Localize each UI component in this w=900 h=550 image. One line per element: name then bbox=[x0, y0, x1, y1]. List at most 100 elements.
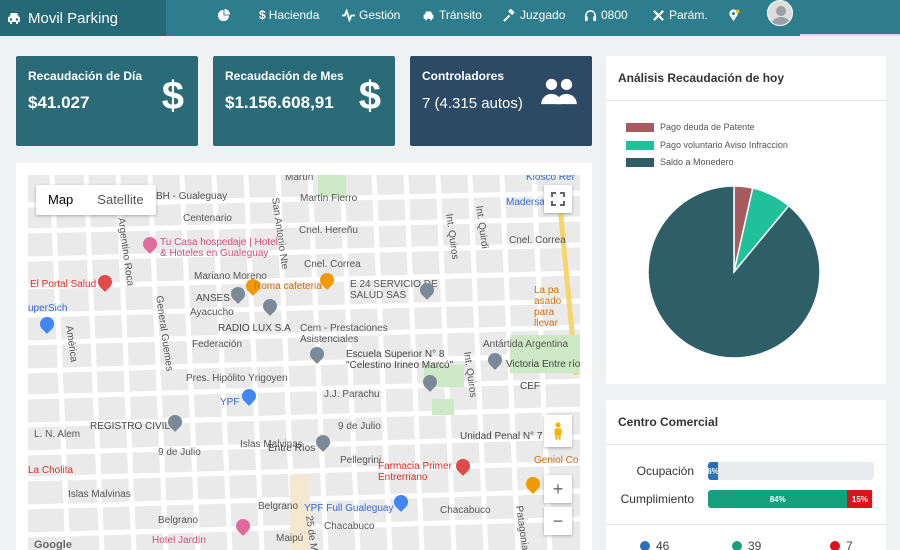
legend-label: Saldo a Monedero bbox=[660, 157, 734, 167]
poi-cholita[interactable]: La Cholita bbox=[28, 465, 73, 476]
poi-romacafe[interactable]: Roma cafeteria bbox=[254, 281, 322, 292]
divider bbox=[606, 524, 886, 525]
poi-radiolux[interactable]: RADIO LUX S.A bbox=[218, 323, 291, 334]
poi-victoria[interactable]: Victoria Entre ríos bbox=[506, 359, 580, 370]
nav-parametros[interactable]: Parám. bbox=[652, 0, 708, 30]
zoom-in-button[interactable]: + bbox=[544, 475, 572, 503]
poi-escuela[interactable]: Escuela Superior N° 8 "Celestino Irineo … bbox=[346, 349, 470, 371]
navbar-underline bbox=[800, 34, 900, 36]
divider bbox=[606, 100, 886, 101]
nav-hacienda[interactable]: $ Hacienda bbox=[259, 0, 319, 30]
card-value: 7 (4.315 autos) bbox=[422, 95, 523, 112]
plus-icon: + bbox=[552, 478, 564, 499]
cumplimiento-label: Cumplimiento bbox=[620, 492, 694, 506]
street-label: Cnel. Hereñu bbox=[299, 225, 358, 236]
card-recaudacion-dia: Recaudación de Día $41.027 $ bbox=[16, 56, 198, 146]
google-map[interactable]: Martín BH - Gualeguay Centenario Martín … bbox=[28, 175, 580, 550]
panel-title: Centro Comercial bbox=[618, 415, 719, 429]
fullscreen-button[interactable] bbox=[544, 185, 572, 213]
tab-map[interactable]: Map bbox=[36, 185, 85, 215]
legend-swatch bbox=[626, 157, 654, 167]
street-label: Belgrano bbox=[258, 501, 299, 512]
poi-cef[interactable]: CEF bbox=[520, 381, 540, 392]
brand[interactable]: Movil Parking bbox=[0, 0, 166, 36]
poi-hoteljardin[interactable]: Hotel Jardín bbox=[152, 535, 206, 546]
map-marker-icon bbox=[729, 8, 740, 21]
card-value: $1.156.608,91 bbox=[225, 93, 334, 112]
count-ocupados: 46 bbox=[640, 539, 669, 550]
street-label: 9 de Julio bbox=[158, 447, 201, 458]
poi-ypf1[interactable]: YPF bbox=[220, 397, 239, 408]
fullscreen-icon bbox=[551, 192, 565, 206]
count-value: 7 bbox=[846, 539, 853, 550]
map-panel: Martín BH - Gualeguay Centenario Martín … bbox=[16, 163, 592, 550]
poi-anses[interactable]: ANSES bbox=[196, 293, 230, 304]
poi-ypf2[interactable]: YPF Full Gualeguay bbox=[304, 503, 394, 514]
legend-item[interactable]: Saldo a Monedero bbox=[626, 157, 734, 167]
pie-chart-icon bbox=[217, 8, 230, 21]
legend-item[interactable]: Pago deuda de Patente bbox=[626, 122, 755, 132]
poi-registro[interactable]: REGISTRO CIVIL bbox=[90, 421, 170, 432]
chart-panel: Análisis Recaudación de hoy Pago deuda d… bbox=[606, 56, 886, 384]
map-type-toggle: Map Satellite bbox=[36, 185, 156, 215]
divider bbox=[606, 444, 886, 445]
street-label: Cnel. Correa bbox=[304, 259, 361, 270]
dollar-icon: $ bbox=[358, 74, 381, 118]
poi-tucasa[interactable]: Tu Casa hospedaje | Hotel & Hoteles en G… bbox=[160, 237, 284, 259]
legend-swatch bbox=[626, 122, 654, 132]
street-label: Martín Fierro bbox=[300, 193, 358, 204]
poi-farmacia[interactable]: Farmacia Primer Entrerriano bbox=[378, 461, 454, 483]
poi-geniol[interactable]: Geniol Co bbox=[534, 455, 578, 466]
street-label: Chacabuco bbox=[324, 521, 375, 532]
car-icon bbox=[423, 10, 434, 20]
headset-icon bbox=[584, 9, 597, 21]
street-view-button[interactable] bbox=[544, 415, 572, 447]
user-avatar[interactable] bbox=[767, 0, 793, 26]
street-label: Antártida Argentina bbox=[483, 339, 569, 350]
nav-map[interactable] bbox=[727, 0, 744, 30]
nav-gestion[interactable]: Gestión bbox=[342, 0, 400, 30]
legend-item[interactable]: Pago voluntario Aviso Infraccion bbox=[626, 140, 788, 150]
tab-satellite[interactable]: Satellite bbox=[85, 185, 155, 215]
zoom-out-button[interactable]: − bbox=[544, 507, 572, 535]
card-title: Recaudación de Mes bbox=[225, 69, 344, 83]
ocupacion-bar: 6% bbox=[708, 462, 719, 480]
cumplimiento-progress: 84% 15% bbox=[708, 490, 874, 508]
pegman-icon bbox=[554, 422, 562, 440]
street-label: Ayacucho bbox=[190, 307, 234, 318]
card-title: Recaudación de Día bbox=[28, 69, 143, 83]
gavel-icon bbox=[503, 8, 515, 22]
cumplimiento-bad-bar: 15% bbox=[847, 490, 873, 508]
street-label: Chacabuco bbox=[440, 505, 491, 516]
card-recaudacion-mes: Recaudación de Mes $1.156.608,91 $ bbox=[213, 56, 395, 146]
card-controladores: Controladores 7 (4.315 autos) bbox=[410, 56, 592, 146]
poi-parri[interactable]: La pa asado para llevar bbox=[534, 285, 580, 329]
ocupacion-progress: 6% bbox=[708, 462, 874, 480]
pie-slice-2[interactable] bbox=[647, 185, 821, 359]
poi-unidadpenal[interactable]: Unidad Penal N° 7 bbox=[460, 431, 542, 442]
count-cumplen: 39 bbox=[732, 539, 761, 550]
street-label: L. N. Alem bbox=[34, 429, 81, 440]
legend-label: Pago voluntario Aviso Infraccion bbox=[660, 140, 788, 150]
cumplimiento-ok-bar: 84% bbox=[708, 490, 848, 508]
street-label: Martín bbox=[285, 175, 314, 183]
nav-juzgado[interactable]: Juzgado bbox=[503, 0, 565, 30]
street-label: Maipú bbox=[276, 533, 304, 544]
poi-cem[interactable]: Cem - Prestaciones Asistenciales bbox=[300, 323, 400, 345]
status-dot bbox=[732, 541, 742, 550]
poi-portal[interactable]: El Portal Salud bbox=[30, 279, 96, 290]
nav-dashboard[interactable] bbox=[217, 0, 234, 30]
street-label: Pellegrini bbox=[340, 455, 382, 466]
street-label: Federación bbox=[192, 339, 243, 350]
nav-0800[interactable]: 0800 bbox=[584, 0, 628, 30]
poi-label: Madersa bbox=[506, 197, 545, 208]
google-logo: Google bbox=[34, 539, 72, 550]
poi-entrerios[interactable]: Entre Ríos bbox=[268, 443, 315, 454]
ocupacion-label: Ocupación bbox=[636, 464, 694, 478]
cumplimiento-row: Cumplimiento 84% 15% bbox=[606, 490, 886, 508]
card-value: $41.027 bbox=[28, 93, 90, 112]
ocupacion-row: Ocupación 6% bbox=[606, 462, 886, 480]
poi-supersich[interactable]: uperSich bbox=[28, 303, 67, 314]
nav-transito[interactable]: Tránsito bbox=[422, 0, 482, 30]
car-icon bbox=[8, 13, 20, 24]
